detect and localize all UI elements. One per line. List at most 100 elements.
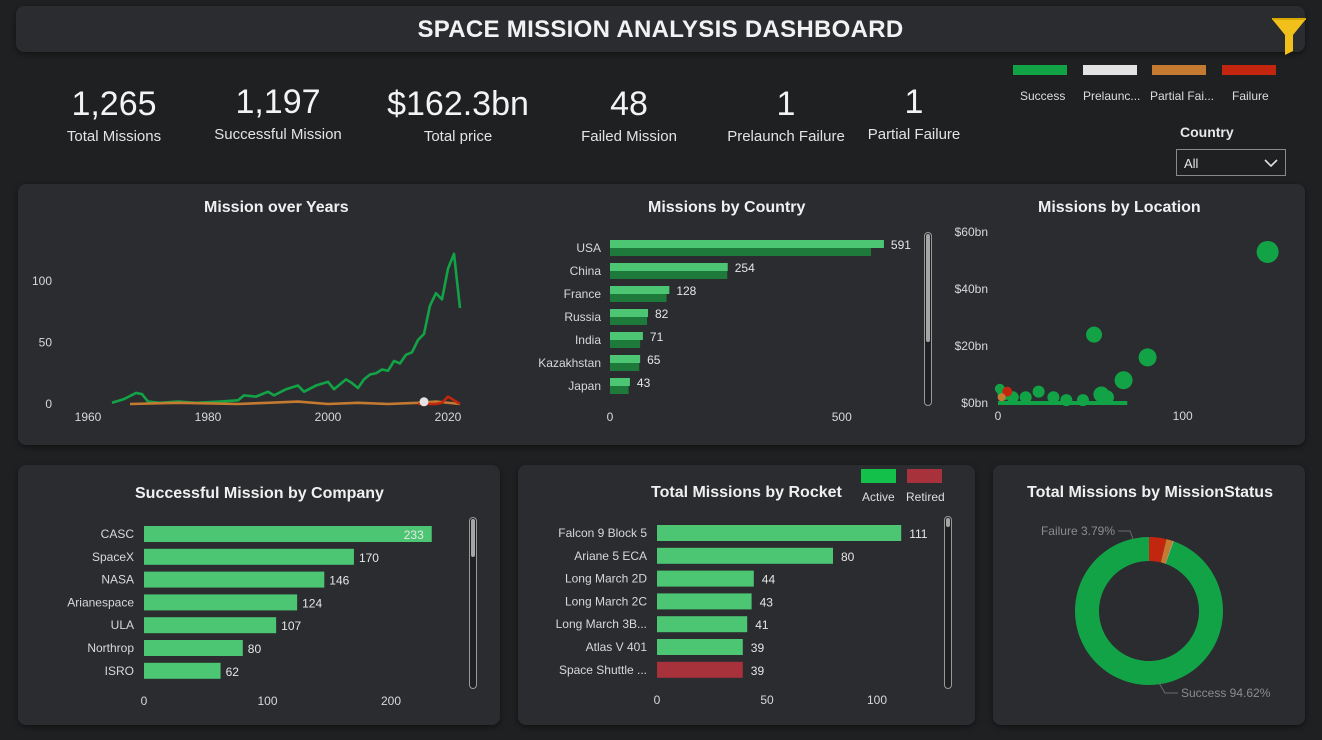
bar: [610, 386, 629, 394]
legend-swatch-prelaunch[interactable]: [1083, 65, 1137, 75]
chart-title-location: Missions by Location: [1038, 199, 1201, 216]
kpi-value: 1,265: [71, 85, 157, 123]
scatter-point: [1076, 394, 1089, 407]
slice-label-failure: Failure 3.79%: [1041, 524, 1115, 538]
country-scrollbar[interactable]: [924, 232, 932, 406]
missions-by-country-chart[interactable]: USA 591 China 254 France 128 Russia 82 India 71 Ka…: [528, 228, 928, 428]
x-tick-label: 0: [607, 410, 614, 424]
x-tick-label: 100: [1173, 409, 1193, 423]
bar: [657, 616, 748, 633]
scrollbar-thumb[interactable]: [471, 519, 475, 557]
title-bar: SPACE MISSION ANALYSIS DASHBOARD: [16, 6, 1308, 55]
scrollbar-thumb[interactable]: [946, 518, 950, 527]
legend-label-retired[interactable]: Retired: [906, 490, 945, 504]
company-scrollbar[interactable]: [469, 517, 477, 689]
bar: [610, 355, 641, 363]
slice-label-success: Success 94.62%: [1181, 686, 1271, 700]
chart-title-country: Missions by Country: [648, 199, 806, 216]
bar: [657, 570, 754, 587]
missions-by-location-chart[interactable]: $0bn $20bn $40bn $60bn 0 100: [945, 222, 1290, 427]
x-tick-label: 0: [141, 694, 148, 708]
category-label: India: [575, 333, 601, 347]
bar: [610, 286, 670, 294]
legend-label-success[interactable]: Success: [1020, 89, 1065, 103]
category-label: Japan: [568, 379, 601, 393]
bar: [144, 526, 432, 542]
y-tick-label: $40bn: [955, 282, 988, 296]
y-tick-label: 0: [45, 397, 52, 411]
kpi-value: 1: [904, 83, 924, 121]
bar: [657, 661, 743, 678]
data-label: 107: [281, 619, 301, 633]
y-tick-label: 50: [39, 335, 53, 349]
data-label: 124: [302, 596, 322, 610]
category-label: ULA: [111, 618, 134, 632]
data-label: 233: [404, 528, 424, 542]
category-label: NASA: [101, 573, 134, 587]
y-tick-label: $60bn: [955, 225, 988, 239]
bar: [610, 317, 648, 325]
bar: [657, 593, 752, 610]
bar: [144, 617, 277, 634]
category-label: Falcon 9 Block 5: [558, 526, 647, 540]
legend-swatch-failure[interactable]: [1222, 65, 1276, 75]
scatter-point: [1047, 391, 1060, 404]
page-title: SPACE MISSION ANALYSIS DASHBOARD: [417, 16, 904, 43]
x-tick-label: 2020: [435, 410, 462, 424]
series-line: [129, 400, 461, 406]
bar: [610, 363, 640, 371]
bar: [610, 294, 667, 302]
data-label: 128: [676, 284, 696, 298]
x-tick-label: 1960: [75, 410, 102, 424]
mission-over-years-chart[interactable]: 0 50 100 1960 1980 2000 2020: [18, 220, 488, 430]
total-missions-by-status-chart[interactable]: Failure 3.79% Success 94.62%: [993, 505, 1305, 720]
x-tick-label: 500: [832, 410, 852, 424]
legend-swatch-partial[interactable]: [1152, 65, 1206, 75]
bar: [657, 547, 833, 564]
legend-label-active[interactable]: Active: [862, 490, 895, 504]
kpi-failed-mission: 48 Failed Mission: [544, 84, 714, 145]
data-label: 591: [891, 238, 911, 252]
kpi-label: Successful Mission: [214, 126, 342, 143]
data-label: 80: [248, 642, 262, 656]
legend-label-prelaunch[interactable]: Prelaunc...: [1083, 89, 1140, 103]
country-slicer-label: Country: [1180, 124, 1234, 140]
data-label: 43: [760, 595, 774, 609]
data-label: 65: [647, 353, 661, 367]
scatter-point: [1138, 348, 1157, 367]
leader-line: [1158, 682, 1178, 694]
bar: [144, 594, 298, 611]
data-label: 62: [226, 665, 240, 679]
filter-icon[interactable]: [1270, 15, 1308, 55]
bar: [610, 271, 728, 279]
bar: [657, 639, 743, 655]
legend-swatch-retired[interactable]: [907, 469, 942, 483]
category-label: France: [564, 287, 602, 301]
rocket-scrollbar[interactable]: [944, 516, 952, 689]
scatter-point: [997, 393, 1006, 402]
chart-title-status: Total Missions by MissionStatus: [1027, 484, 1273, 501]
kpi-label: Total price: [423, 128, 493, 145]
x-tick-label: 50: [760, 693, 774, 707]
kpi-total-price: $162.3bn Total price: [373, 84, 543, 145]
successful-mission-by-company-chart[interactable]: CASC 233 SpaceX 170 NASA 146 Arianespace 124 ULA…: [18, 515, 468, 715]
kpi-value: $162.3bn: [387, 85, 529, 123]
bar: [144, 571, 325, 588]
x-tick-label: 200: [381, 694, 401, 708]
legend-swatch-success[interactable]: [1013, 65, 1067, 75]
country-dropdown[interactable]: All: [1176, 149, 1286, 176]
total-missions-by-rocket-chart[interactable]: Falcon 9 Block 5 111 Ariane 5 ECA 80 Long Ma…: [518, 514, 943, 714]
legend-label-failure[interactable]: Failure: [1232, 89, 1269, 103]
kpi-label: Partial Failure: [867, 126, 961, 143]
scrollbar-thumb[interactable]: [926, 234, 930, 342]
category-label: Northrop: [87, 641, 134, 655]
legend-label-partial[interactable]: Partial Fai...: [1150, 89, 1214, 103]
legend-swatch-active[interactable]: [861, 469, 896, 483]
bar: [144, 662, 221, 679]
data-label: 111: [909, 527, 928, 541]
data-label: 39: [751, 641, 765, 655]
chart-title-company: Successful Mission by Company: [135, 485, 384, 502]
scatter-point: [1114, 371, 1133, 390]
chart-title-rocket: Total Missions by Rocket: [651, 484, 842, 501]
data-label: 39: [751, 664, 765, 678]
